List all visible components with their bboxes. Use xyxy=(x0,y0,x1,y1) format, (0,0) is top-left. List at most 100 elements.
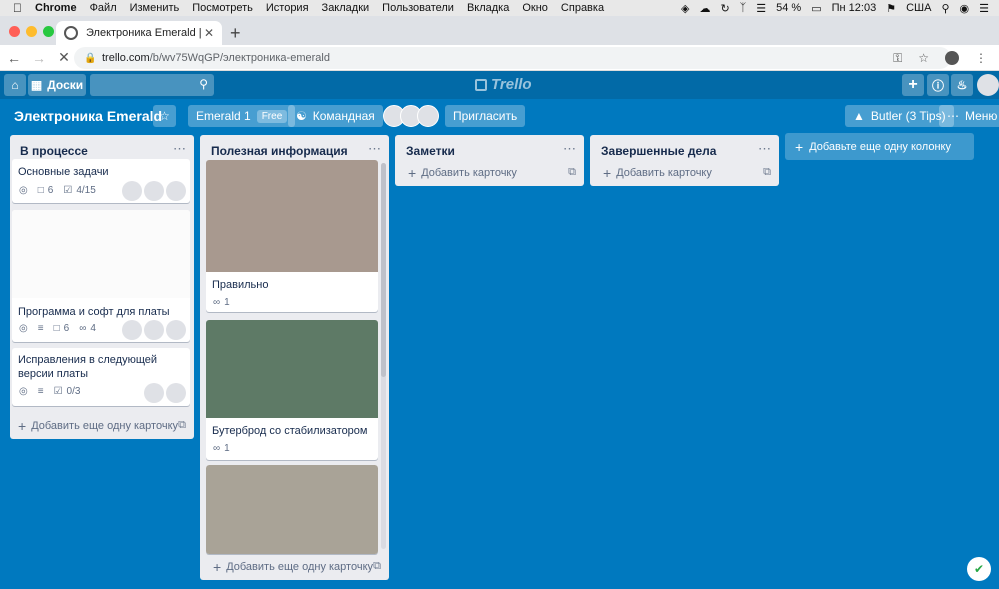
home-button[interactable]: ⌂ xyxy=(4,74,26,96)
invite-button[interactable]: Пригласить xyxy=(445,105,526,127)
bookmark-star-icon[interactable]: ☆ xyxy=(918,51,929,65)
zoom-window-button[interactable] xyxy=(43,26,54,37)
notifications-button[interactable]: ♨ xyxy=(951,74,973,96)
stop-loading-icon[interactable]: ✕ xyxy=(53,49,75,66)
security-shield-icon[interactable]: ✔ xyxy=(967,557,991,581)
menu-item-help[interactable]: Справка xyxy=(561,2,604,14)
checklist-icon: ☑ xyxy=(53,386,63,397)
add-list-button[interactable]: + Добавьте еще одну колонку xyxy=(785,133,974,160)
list-menu-icon[interactable]: ⋯ xyxy=(368,141,381,157)
back-arrow-icon[interactable]: ← xyxy=(3,50,25,66)
visibility-button[interactable]: ☯ Командная xyxy=(288,105,383,127)
forward-arrow-icon[interactable]: → xyxy=(28,50,50,66)
member-avatar[interactable] xyxy=(144,383,164,403)
add-card-button[interactable]: + Добавить карточку xyxy=(603,165,712,181)
star-icon: ☆ xyxy=(159,109,170,123)
browser-tab[interactable]: Электроника Emerald | Trello ✕ xyxy=(56,21,222,45)
member-avatar[interactable] xyxy=(417,105,439,127)
scrollbar-thumb[interactable] xyxy=(381,163,386,377)
attachments-badge: ∞ 1 xyxy=(213,443,230,454)
board-title[interactable]: Электроника Emerald xyxy=(14,108,162,124)
menu-item-file[interactable]: Файл xyxy=(90,2,117,14)
boards-label: Доски xyxy=(47,78,84,92)
add-card-button[interactable]: + Добавить карточку xyxy=(408,165,517,181)
plus-icon: + xyxy=(213,559,222,575)
user-avatar[interactable] xyxy=(977,74,999,96)
vpn-shield-icon[interactable]: ◈ xyxy=(681,2,689,15)
card[interactable]: Исправления в следующей версии платы ◎ ≡… xyxy=(12,348,190,406)
list-menu-icon[interactable]: ⋯ xyxy=(563,141,576,157)
card-template-icon[interactable]: ⧉ xyxy=(373,560,381,573)
card-template-icon[interactable]: ⧉ xyxy=(568,166,576,179)
member-avatar[interactable] xyxy=(166,383,186,403)
trello-logo[interactable]: Trello xyxy=(475,76,532,93)
menu-item-window[interactable]: Окно xyxy=(522,2,548,14)
more-menu-icon[interactable]: ⋮ xyxy=(975,51,987,65)
list-title[interactable]: Заметки xyxy=(406,144,455,158)
wifi-icon[interactable]: ☰ xyxy=(756,2,766,15)
card-badges: ◎ ≡ □ 6 ∞ 4 xyxy=(19,323,96,334)
butler-button[interactable]: ▲ Butler (3 Tips) xyxy=(845,105,954,127)
list-menu-icon[interactable]: ⋯ xyxy=(173,141,186,157)
spotlight-search-icon[interactable]: ⚲ xyxy=(941,2,949,15)
cloud-icon[interactable]: ☁ xyxy=(699,2,710,15)
menu-app-name[interactable]: Chrome xyxy=(35,2,77,14)
add-card-button[interactable]: + Добавить еще одну карточку xyxy=(213,559,373,575)
member-avatar[interactable] xyxy=(166,181,186,201)
clock[interactable]: Пн 12:03 xyxy=(832,2,877,14)
card-template-icon[interactable]: ⧉ xyxy=(178,419,186,432)
menu-item-edit[interactable]: Изменить xyxy=(130,2,180,14)
info-button[interactable]: ⓘ xyxy=(927,74,949,96)
card-cover xyxy=(206,160,378,272)
lock-icon[interactable]: 🔒 xyxy=(84,53,96,64)
card[interactable] xyxy=(206,465,378,554)
menu-item-tab[interactable]: Вкладка xyxy=(467,2,509,14)
profile-avatar-icon[interactable] xyxy=(945,51,959,65)
list-title[interactable]: Полезная информация xyxy=(211,144,348,158)
attachments-badge: ∞ 1 xyxy=(213,297,230,308)
key-icon[interactable]: ⚿ xyxy=(893,51,902,66)
apple-icon[interactable]:  xyxy=(13,1,27,15)
url-path: /b/wv75WqGP/электроника-emerald xyxy=(149,52,330,64)
member-avatar[interactable] xyxy=(144,181,164,201)
sync-icon[interactable]: ↻ xyxy=(720,2,729,15)
checklist-count: 0/3 xyxy=(66,386,81,397)
menu-item-bookmarks[interactable]: Закладки xyxy=(322,2,370,14)
card[interactable]: Основные задачи ◎ □ 6 ☑ 4/15 xyxy=(12,159,190,203)
card-badges: ∞ 1 xyxy=(213,443,230,454)
list-done: Завершенные дела ⋯ + Добавить карточку ⧉ xyxy=(590,135,779,186)
create-button[interactable]: + xyxy=(902,74,924,96)
card[interactable]: Бутерброд со стабилизатором ∞ 1 xyxy=(206,320,378,460)
add-card-button[interactable]: + Добавить еще одну карточку xyxy=(18,418,178,434)
list-scrollbar[interactable] xyxy=(381,163,386,549)
show-menu-button[interactable]: ⋯ Меню xyxy=(939,105,999,127)
card-template-icon[interactable]: ⧉ xyxy=(763,166,771,179)
member-avatar[interactable] xyxy=(122,181,142,201)
team-button[interactable]: Emerald 1 Free xyxy=(188,105,296,127)
minimize-window-button[interactable] xyxy=(26,26,37,37)
siri-icon[interactable]: ◉ xyxy=(960,2,970,15)
new-tab-icon[interactable]: + xyxy=(230,24,241,42)
menu-item-history[interactable]: История xyxy=(266,2,309,14)
member-avatar[interactable] xyxy=(166,320,186,340)
close-tab-icon[interactable]: ✕ xyxy=(204,26,214,40)
card-cover xyxy=(12,210,190,298)
input-locale[interactable]: США xyxy=(906,2,931,14)
list-title[interactable]: Завершенные дела xyxy=(601,144,716,158)
battery-icon[interactable]: ▭ xyxy=(811,2,821,15)
card[interactable]: Правильно ∞ 1 xyxy=(206,160,378,312)
close-window-button[interactable] xyxy=(9,26,20,37)
menu-item-people[interactable]: Пользователи xyxy=(382,2,454,14)
member-avatar[interactable] xyxy=(144,320,164,340)
boards-button[interactable]: ▦ Доски xyxy=(28,74,86,96)
star-board-button[interactable]: ☆ xyxy=(153,105,176,127)
address-bar[interactable]: 🔒 trello.com/b/wv75WqGP/электроника-emer… xyxy=(74,47,951,69)
card[interactable]: Программа и софт для платы ◎ ≡ □ 6 ∞ 4 xyxy=(12,210,190,342)
member-avatar[interactable] xyxy=(122,320,142,340)
search-input[interactable]: ⚲ xyxy=(90,74,214,96)
list-menu-icon[interactable]: ⋯ xyxy=(758,141,771,157)
list-title[interactable]: В процессе xyxy=(20,144,88,158)
bluetooth-icon[interactable]: ᛉ xyxy=(740,2,747,14)
notification-center-icon[interactable]: ☰ xyxy=(979,2,989,15)
menu-item-view[interactable]: Посмотреть xyxy=(192,2,253,14)
